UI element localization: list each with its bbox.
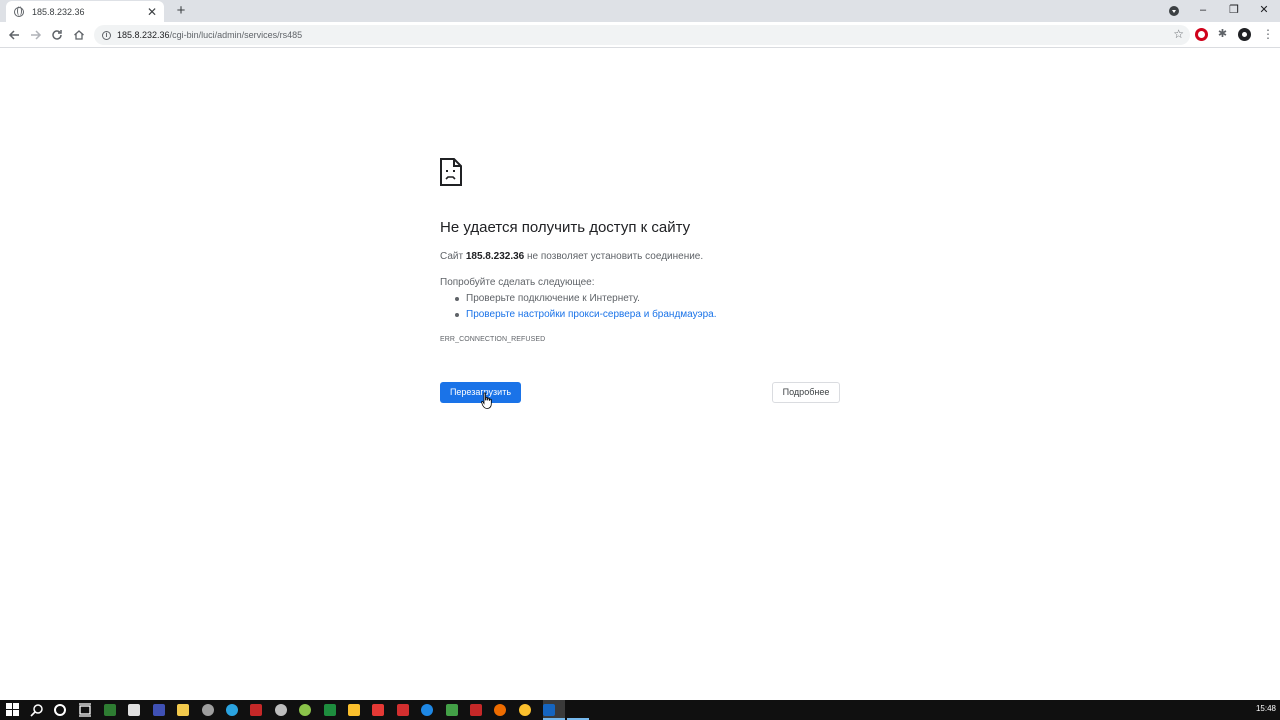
terminal-icon[interactable] [445, 704, 458, 716]
telegram-icon[interactable] [226, 704, 238, 716]
error-title: Не удается получить доступ к сайту [440, 219, 691, 236]
p-app-icon[interactable] [250, 704, 263, 716]
phone-icon[interactable] [372, 704, 385, 716]
tool-icon[interactable] [396, 704, 409, 716]
restore-button[interactable]: ❐ [1219, 0, 1249, 22]
clock-app-icon[interactable] [201, 704, 214, 716]
task-view-icon[interactable] [78, 703, 92, 717]
browser-menu-icon[interactable]: ⋮ [1262, 27, 1274, 41]
error-desc-prefix: Сайт [440, 251, 464, 262]
error-desc-host: 185.8.232.36 [465, 251, 525, 262]
filezilla-icon[interactable] [470, 704, 482, 716]
forward-button[interactable] [27, 26, 45, 44]
new-tab-button[interactable]: + [172, 2, 190, 20]
sync-icon[interactable] [274, 704, 287, 716]
home-icon [74, 30, 84, 40]
error-desc-suffix: не позволяет установить соединение. [527, 251, 704, 262]
file-manager-icon[interactable] [104, 704, 116, 716]
tab-search-icon[interactable] [1169, 6, 1179, 16]
cortana-icon[interactable] [54, 704, 66, 716]
home-button[interactable] [70, 26, 88, 44]
windows-start-icon[interactable] [6, 703, 20, 717]
browser-toolbar: i 185.8.232.36/cgi-bin/luci/admin/servic… [0, 22, 1280, 48]
tab-title: 185.8.232.36 [32, 6, 85, 17]
globe-icon [14, 6, 24, 17]
suggestions-heading: Попробуйте сделать следующее: [440, 277, 595, 288]
suggestions-list: Проверьте подключение к Интернету. Прове… [455, 292, 717, 324]
reload-icon [52, 30, 62, 40]
network-tool-icon[interactable] [128, 704, 141, 716]
notepad-icon[interactable] [152, 704, 165, 716]
minimize-button[interactable]: – [1188, 0, 1218, 22]
extensions-puzzle-icon[interactable]: ✱ [1216, 28, 1229, 41]
taskbar-clock[interactable]: 15:48 [1256, 704, 1276, 713]
folder-icon[interactable] [177, 704, 190, 716]
windows-taskbar [0, 700, 1280, 720]
tab-close-button[interactable]: ✕ [146, 6, 158, 18]
opera-extension-icon[interactable] [1195, 28, 1208, 41]
chrome-icon[interactable] [518, 704, 531, 716]
tab-strip: 185.8.232.36 ✕ + – ❐ ✕ [0, 0, 1280, 22]
url-text[interactable]: 185.8.232.36/cgi-bin/luci/admin/services… [117, 30, 302, 40]
close-window-button[interactable]: ✕ [1249, 0, 1279, 22]
search-icon[interactable] [30, 703, 44, 717]
sad-document-icon [440, 158, 462, 186]
address-bar[interactable]: i 185.8.232.36/cgi-bin/luci/admin/servic… [94, 25, 1190, 45]
editor-icon[interactable] [543, 704, 556, 716]
back-arrow-icon [8, 30, 19, 40]
forward-arrow-icon [31, 30, 42, 40]
suggestion-proxy-link[interactable]: Проверьте настройки прокси-сервера и бра… [455, 308, 717, 324]
browser-tab[interactable]: 185.8.232.36 ✕ [6, 1, 164, 22]
error-description: Сайт 185.8.232.36 не позволяет установит… [440, 251, 703, 262]
hand-cursor-icon [481, 392, 492, 409]
details-button[interactable]: Подробнее [772, 382, 840, 403]
suggestion-item: Проверьте подключение к Интернету. [455, 292, 717, 308]
profile-avatar-icon[interactable] [1238, 28, 1251, 41]
spreadsheet-icon[interactable] [323, 704, 336, 716]
info-icon[interactable]: i [102, 30, 111, 40]
bookmark-star-icon[interactable]: ☆ [1173, 27, 1184, 41]
url-host: 185.8.232.36 [117, 30, 170, 40]
star-app-icon[interactable] [348, 704, 360, 716]
reload-button[interactable] [48, 26, 66, 44]
back-button[interactable] [5, 26, 23, 44]
error-code: ERR_CONNECTION_REFUSED [440, 336, 546, 343]
url-path: /cgi-bin/luci/admin/services/rs485 [169, 30, 303, 40]
